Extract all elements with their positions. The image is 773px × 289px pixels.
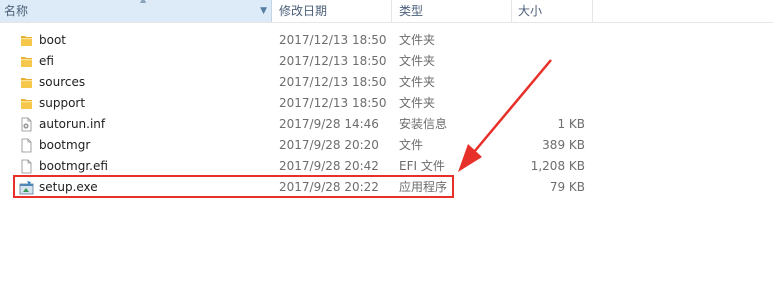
file-date: 2017/9/28 20:20 — [279, 138, 379, 152]
file-size: 389 KB — [542, 138, 585, 152]
file-type: 文件夹 — [399, 33, 436, 47]
file-date: 2017/12/13 18:50 — [279, 96, 387, 110]
file-size: 1 KB — [557, 117, 585, 131]
setup-info-icon — [21, 117, 32, 132]
file-name: efi — [39, 54, 54, 68]
folder-icon — [21, 78, 32, 88]
sort-ascending-icon: ▲ — [140, 0, 146, 5]
column-header-type[interactable]: 类型 — [399, 0, 423, 22]
dropdown-arrow-icon[interactable]: ▼ — [260, 0, 267, 22]
file-type: 文件夹 — [399, 96, 436, 110]
file-type: 安装信息 — [399, 117, 448, 131]
file-row[interactable]: bootmgr.efi 2017/9/28 20:42 EFI 文件 1,208… — [0, 156, 773, 177]
column-divider[interactable] — [391, 0, 392, 22]
column-divider[interactable] — [592, 0, 593, 22]
folder-icon — [21, 36, 32, 46]
file-date: 2017/9/28 20:42 — [279, 159, 379, 173]
folder-icon — [21, 99, 32, 109]
file-icon — [21, 159, 32, 174]
file-date: 2017/12/13 18:50 — [279, 75, 387, 89]
file-size — [520, 51, 585, 72]
column-header-name-label: 名称 — [4, 4, 29, 18]
file-type: 文件夹 — [399, 75, 436, 89]
file-date: 2017/9/28 14:46 — [279, 117, 379, 131]
file-name: bootmgr.efi — [39, 159, 108, 173]
file-size: 1,208 KB — [530, 159, 585, 173]
file-size — [520, 93, 585, 114]
file-name: boot — [39, 33, 67, 47]
file-date: 2017/12/13 18:50 — [279, 54, 387, 68]
file-type: 文件夹 — [399, 54, 436, 68]
file-type: 文件 — [399, 138, 424, 152]
column-header-bar: ▲ 名称 ▼ 修改日期 类型 大小 — [0, 0, 773, 23]
file-row[interactable]: sources 2017/12/13 18:50 文件夹 — [0, 72, 773, 93]
column-header-size[interactable]: 大小 — [518, 0, 542, 22]
file-size: 79 KB — [549, 180, 585, 194]
file-row[interactable]: bootmgr 2017/9/28 20:20 文件 389 KB — [0, 135, 773, 156]
file-name: autorun.inf — [39, 117, 106, 131]
file-type: EFI 文件 — [399, 159, 445, 173]
file-size — [520, 30, 585, 51]
folder-icon — [21, 57, 32, 67]
column-header-date[interactable]: 修改日期 — [279, 0, 327, 22]
file-name: sources — [39, 75, 86, 89]
file-row[interactable]: support 2017/12/13 18:50 文件夹 — [0, 93, 773, 114]
file-icon — [21, 138, 32, 153]
annotation-highlight-box — [13, 175, 454, 198]
column-divider[interactable] — [511, 0, 512, 22]
file-row[interactable]: boot 2017/12/13 18:50 文件夹 — [0, 30, 773, 51]
file-row[interactable]: autorun.inf 2017/9/28 14:46 安装信息 1 KB — [0, 114, 773, 135]
file-size — [520, 72, 585, 93]
file-row[interactable]: efi 2017/12/13 18:50 文件夹 — [0, 51, 773, 72]
file-list-view: ▲ 名称 ▼ 修改日期 类型 大小 boot 2017/12/13 18:50 … — [0, 0, 773, 289]
file-date: 2017/12/13 18:50 — [279, 33, 387, 47]
column-header-name[interactable]: ▲ 名称 ▼ — [0, 0, 272, 22]
file-name: bootmgr — [39, 138, 91, 152]
file-name: support — [39, 96, 86, 110]
